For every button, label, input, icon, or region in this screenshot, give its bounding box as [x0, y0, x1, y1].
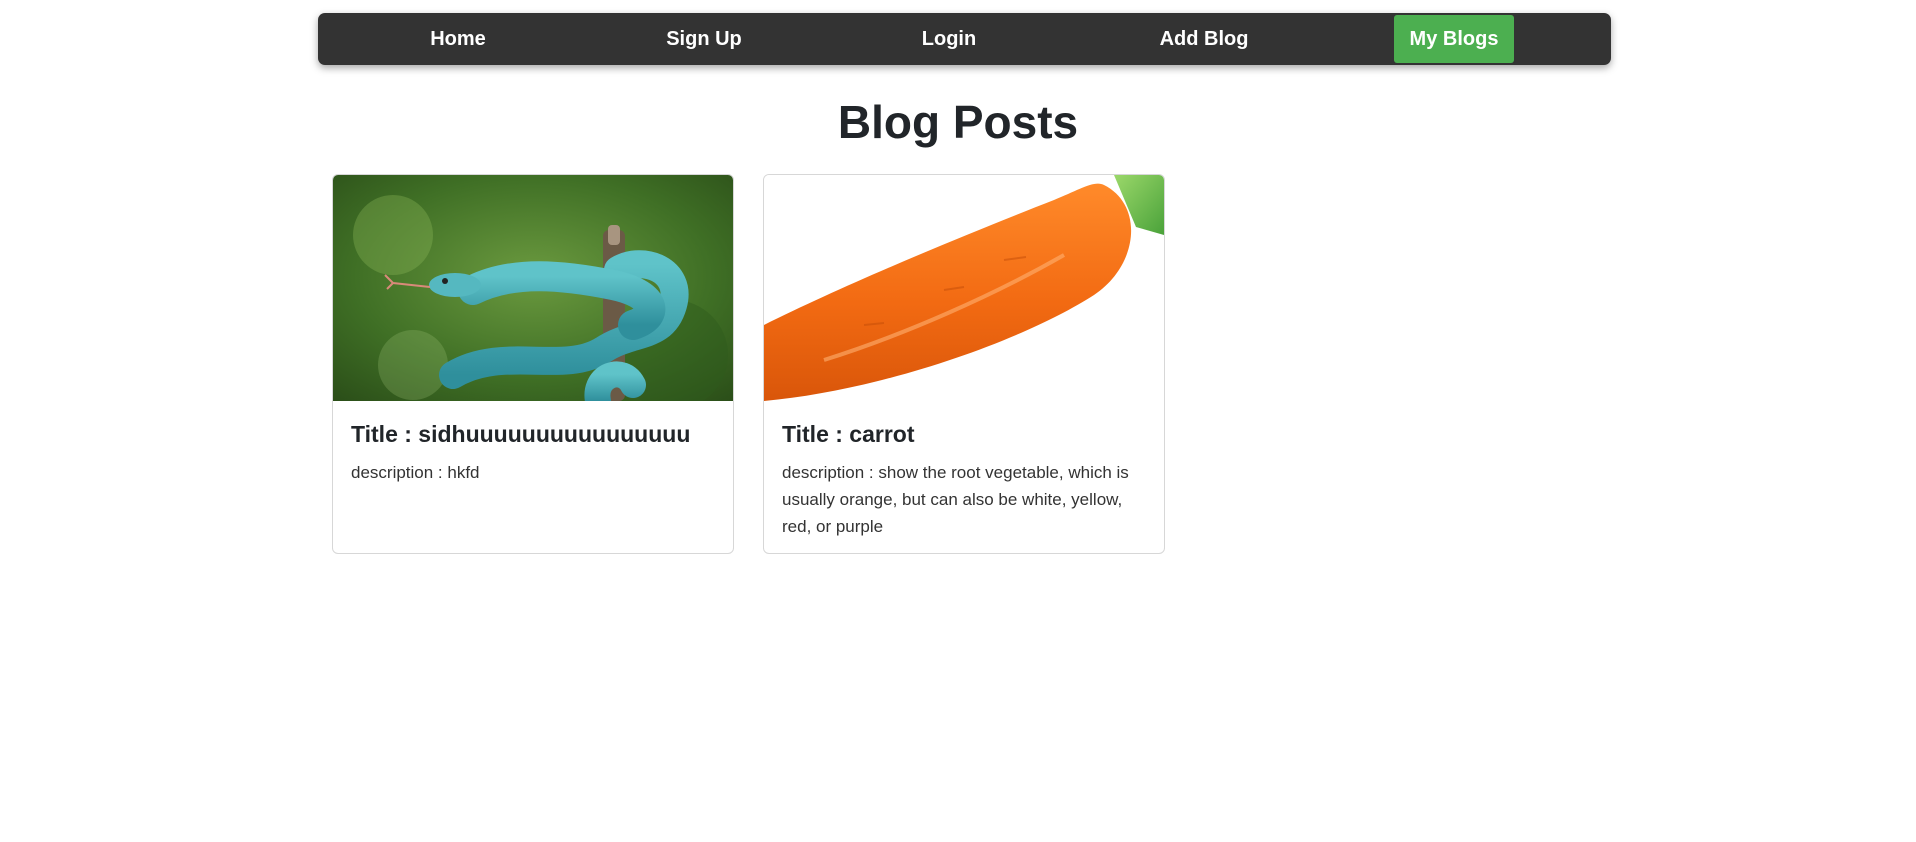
card-title: Title : carrot	[782, 421, 915, 447]
nav-home-link[interactable]: Home	[398, 13, 518, 65]
card-body: Title : carrot description : show the ro…	[764, 401, 1164, 540]
card-title: Title : sidhuuuuuuuuuuuuuuuu	[351, 421, 691, 447]
carrot-photo	[764, 175, 1164, 401]
snake-photo	[333, 175, 733, 401]
card-description: description : show the root vegetable, w…	[782, 463, 1129, 536]
page-title: Blog Posts	[837, 96, 1079, 148]
nav-login-link[interactable]: Login	[889, 13, 1009, 65]
card-body: Title : sidhuuuuuuuuuuuuuuuu description…	[333, 401, 733, 486]
blog-card[interactable]: Title : sidhuuuuuuuuuuuuuuuu description…	[332, 174, 734, 554]
navbar: Home Sign Up Login Add Blog My Blogs	[318, 13, 1611, 65]
nav-my-blogs-link[interactable]: My Blogs	[1394, 15, 1514, 63]
card-description: description : hkfd	[351, 463, 480, 482]
blog-card[interactable]: Title : carrot description : show the ro…	[763, 174, 1165, 554]
nav-signup-link[interactable]: Sign Up	[644, 13, 764, 65]
nav-add-blog-link[interactable]: Add Blog	[1134, 13, 1274, 65]
